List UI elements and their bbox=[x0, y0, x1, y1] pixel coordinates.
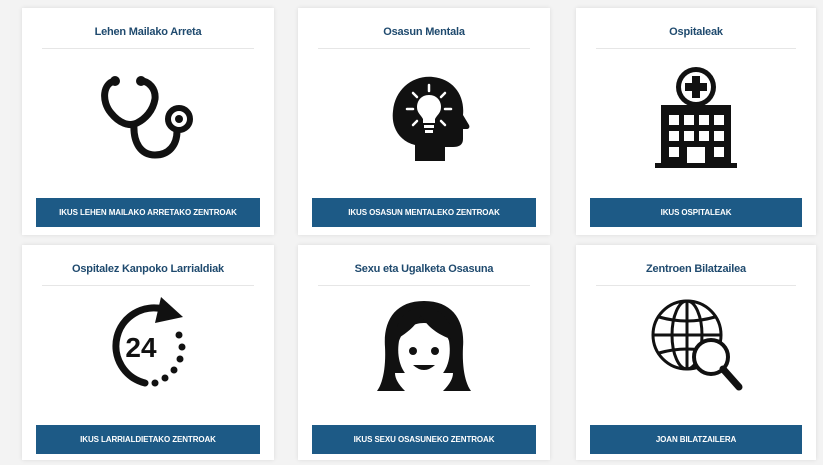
view-sexual-health-centers-button[interactable]: IKUS SEXU OSASUNEKO ZENTROAK bbox=[312, 425, 536, 454]
go-to-search-button[interactable]: JOAN BILATZAILERA bbox=[590, 425, 802, 454]
svg-text:24: 24 bbox=[125, 332, 157, 363]
divider bbox=[318, 48, 530, 49]
card-title: Osasun Mentala bbox=[383, 26, 465, 38]
view-hospitals-button[interactable]: IKUS OSPITALEAK bbox=[590, 198, 802, 227]
card-ospitalez-kanpoko-larrialdiak: Ospitalez Kanpoko Larrialdiak 24 IKUS LA… bbox=[22, 245, 274, 460]
card-sexu-eta-ugalketa-osasuna: Sexu eta Ugalketa Osasuna IKUS SEXU OSAS… bbox=[298, 245, 550, 460]
card-title: Lehen Mailako Arreta bbox=[94, 26, 202, 38]
globe-search-icon bbox=[576, 295, 816, 395]
card-title: Ospitaleak bbox=[669, 26, 723, 38]
24-hours-icon: 24 bbox=[22, 295, 274, 395]
card-zentroen-bilatzailea: Zentroen Bilatzailea JOAN BILATZAILERA bbox=[576, 245, 816, 460]
stethoscope-icon bbox=[22, 63, 274, 173]
divider bbox=[318, 285, 530, 286]
card-title: Ospitalez Kanpoko Larrialdiak bbox=[72, 263, 224, 275]
view-emergency-centers-button[interactable]: IKUS LARRIALDIETAKO ZENTROAK bbox=[36, 425, 260, 454]
card-osasun-mentala: Osasun Mentala IKUS OSASUN MENTALEKO ZEN… bbox=[298, 8, 550, 235]
card-ospitaleak: Ospitaleak IKUS OSPITALEAK bbox=[576, 8, 816, 235]
girl-face-icon bbox=[298, 295, 550, 395]
card-title: Zentroen Bilatzailea bbox=[646, 263, 746, 275]
divider bbox=[596, 285, 796, 286]
card-lehen-mailako-arreta: Lehen Mailako Arreta IKUS LEHEN MAILAKO … bbox=[22, 8, 274, 235]
view-mental-health-centers-button[interactable]: IKUS OSASUN MENTALEKO ZENTROAK bbox=[312, 198, 536, 227]
hospital-icon bbox=[576, 63, 816, 173]
divider bbox=[42, 48, 254, 49]
divider bbox=[42, 285, 254, 286]
card-title: Sexu eta Ugalketa Osasuna bbox=[354, 263, 494, 275]
divider bbox=[596, 48, 796, 49]
head-lightbulb-icon bbox=[298, 63, 550, 173]
view-primary-care-centers-button[interactable]: IKUS LEHEN MAILAKO ARRETAKO ZENTROAK bbox=[36, 198, 260, 227]
